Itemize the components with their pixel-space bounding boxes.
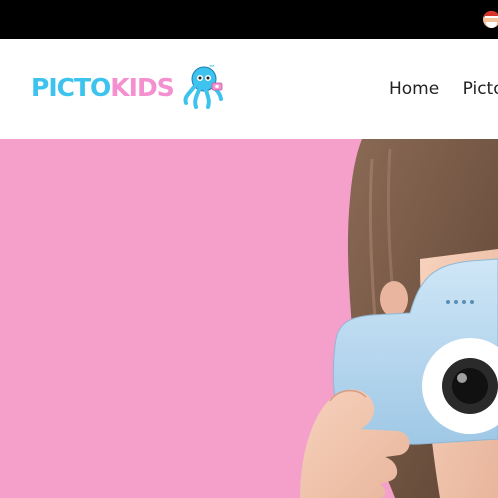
- octopus-mascot-icon: [183, 66, 223, 109]
- main-navigation: Home PictoK: [389, 79, 498, 99]
- hero-banner: [0, 139, 498, 498]
- hero-photo-child-with-camera: [300, 139, 498, 498]
- logo-text-picto: PICTO: [31, 73, 111, 102]
- site-header: PICTOKIDS ™ Home PictoK: [0, 39, 498, 139]
- santa-face-icon[interactable]: [483, 11, 498, 28]
- logo-wordmark: PICTOKIDS: [31, 73, 175, 102]
- nav-item-pictokids[interactable]: PictoK: [463, 79, 498, 99]
- nav-item-home[interactable]: Home: [389, 79, 439, 99]
- site-logo[interactable]: PICTOKIDS ™: [31, 65, 223, 111]
- logo-text-kids: KIDS: [110, 73, 174, 102]
- top-announcement-bar: [0, 0, 498, 39]
